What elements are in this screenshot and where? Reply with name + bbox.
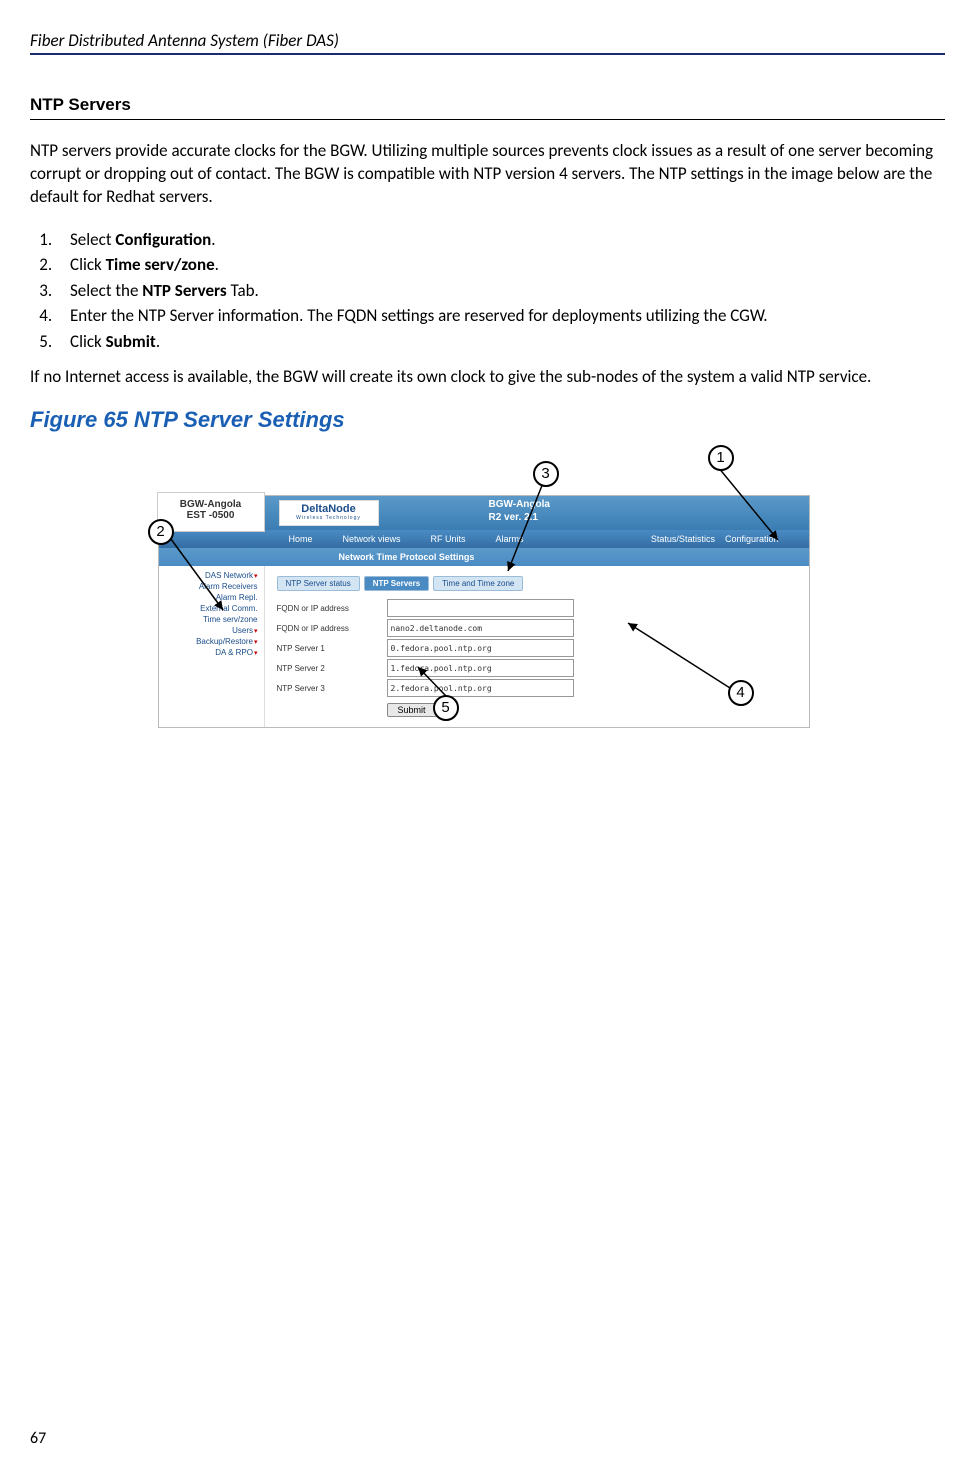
callout-3: 3 (533, 461, 559, 487)
tab-time-zone[interactable]: Time and Time zone (433, 576, 523, 591)
nav-networkviews[interactable]: Network views (343, 534, 401, 544)
outro-paragraph: If no Internet access is available, the … (30, 366, 945, 389)
section-title: NTP Servers (30, 95, 945, 120)
fqdn2-input[interactable] (387, 619, 574, 637)
step-2: Click Time serv/zone. (56, 252, 945, 278)
ntp2-label: NTP Server 2 (277, 664, 387, 673)
ss-subbar: Network Time Protocol Settings (159, 548, 809, 566)
screenshot-mock: BGW-Angola EST -0500 DeltaNode Wireless … (158, 495, 810, 728)
ntp3-input[interactable] (387, 679, 574, 697)
nav-alarms[interactable]: Alarms (496, 534, 524, 544)
page-number: 67 (30, 1429, 46, 1448)
nav-rfunits[interactable]: RF Units (431, 534, 466, 544)
step-5: Click Submit. (56, 329, 945, 355)
callout-2: 2 (148, 519, 174, 545)
side-time-serv-zone[interactable]: Time serv/zone (161, 614, 258, 625)
tab-ntp-server-status[interactable]: NTP Server status (277, 576, 360, 591)
tab-ntp-servers[interactable]: NTP Servers (364, 576, 429, 591)
side-external-comm[interactable]: External Comm. (161, 603, 258, 614)
step-3: Select the NTP Servers Tab. (56, 278, 945, 304)
ss-topbar: BGW-Angola EST -0500 DeltaNode Wireless … (159, 496, 809, 530)
ntp1-input[interactable] (387, 639, 574, 657)
ntp3-label: NTP Server 3 (277, 684, 387, 693)
fqdn1-label: FQDN or IP address (277, 604, 387, 613)
figure-container: BGW-Angola EST -0500 DeltaNode Wireless … (138, 445, 838, 765)
intro-paragraph: NTP servers provide accurate clocks for … (30, 140, 945, 209)
side-da-rpo[interactable]: DA & RPO (161, 647, 258, 658)
nav-home[interactable]: Home (289, 534, 313, 544)
side-alarm-receivers[interactable]: Alarm Receivers (161, 581, 258, 592)
figure-caption: Figure 65 NTP Server Settings (30, 407, 945, 433)
side-alarm-repl[interactable]: Alarm Repl. (161, 592, 258, 603)
side-users[interactable]: Users (161, 625, 258, 636)
side-das-network[interactable]: DAS Network (161, 570, 258, 581)
nav-configuration[interactable]: Configuration (725, 534, 779, 544)
ss-title: BGW-Angola R2 ver. 2.1 (489, 498, 550, 524)
ntp1-label: NTP Server 1 (277, 644, 387, 653)
page-header: Fiber Distributed Antenna System (Fiber … (30, 30, 945, 55)
steps-list: Select Configuration. Click Time serv/zo… (30, 227, 945, 355)
step-1: Select Configuration. (56, 227, 945, 253)
submit-button[interactable]: Submit (387, 703, 437, 717)
ss-tabs: NTP Server status NTP Servers Time and T… (277, 576, 797, 591)
fqdn2-label: FQDN or IP address (277, 624, 387, 633)
ss-sidebar: DAS Network Alarm Receivers Alarm Repl. … (159, 566, 265, 727)
callout-4: 4 (728, 680, 754, 706)
fqdn1-input[interactable] (387, 599, 574, 617)
step-4: Enter the NTP Server information. The FQ… (56, 303, 945, 329)
ss-nav: Home Network views RF Units Alarms Statu… (159, 530, 809, 548)
ss-main: NTP Server status NTP Servers Time and T… (265, 566, 809, 727)
nav-status[interactable]: Status/Statistics (651, 534, 715, 544)
ntp2-input[interactable] (387, 659, 574, 677)
side-backup-restore[interactable]: Backup/Restore (161, 636, 258, 647)
callout-1: 1 (708, 445, 734, 471)
ss-logo: DeltaNode Wireless Technology (279, 500, 379, 526)
callout-5: 5 (433, 695, 459, 721)
